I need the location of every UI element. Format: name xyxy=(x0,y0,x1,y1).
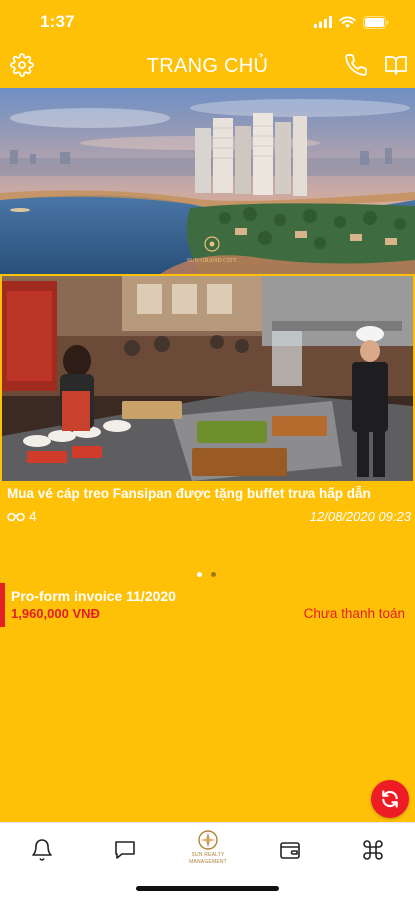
status-icons xyxy=(314,15,389,29)
svg-text:SUN GRAND CITY: SUN GRAND CITY xyxy=(187,258,238,264)
logo-label-top: SUN REALTY xyxy=(191,852,225,858)
news-title[interactable]: Mua vé cáp treo Fansipan được tặng buffe… xyxy=(7,486,412,501)
view-count: 4 xyxy=(7,508,37,524)
tab-wallet[interactable] xyxy=(275,835,305,865)
tab-more[interactable] xyxy=(358,835,388,865)
gear-icon xyxy=(10,53,34,77)
app-header: TRANG CHỦ xyxy=(0,44,415,88)
invoice-status: Chưa thanh toán xyxy=(303,606,405,621)
signal-icon xyxy=(314,16,332,28)
invoice-title: Pro-form invoice 11/2020 xyxy=(11,588,176,604)
command-icon xyxy=(363,840,383,860)
view-count-value: 4 xyxy=(29,508,37,524)
carousel-dot[interactable] xyxy=(211,572,216,577)
news-date: 12/08/2020 09:23 xyxy=(309,508,411,524)
book-icon xyxy=(385,56,407,75)
home-indicator xyxy=(136,886,279,891)
buffet-illustration xyxy=(2,276,413,481)
invoice-card[interactable]: Pro-form invoice 11/2020 1,960,000 VNĐ C… xyxy=(0,583,415,627)
logo-label-bottom: MANAGEMENT xyxy=(189,859,227,865)
refresh-button[interactable] xyxy=(371,780,409,818)
tab-notifications[interactable] xyxy=(27,835,57,865)
refresh-icon xyxy=(382,790,398,808)
carousel-dot-active[interactable] xyxy=(197,572,202,577)
news-image[interactable] xyxy=(2,276,413,481)
page-title: TRANG CHỦ xyxy=(146,54,269,77)
wifi-icon xyxy=(339,16,356,28)
city-illustration: SUN GRAND CITY xyxy=(0,88,415,274)
tab-home[interactable]: SUN REALTY MANAGEMENT xyxy=(180,829,236,873)
invoice-accent-bar xyxy=(0,583,5,627)
status-bar: 1:37 xyxy=(0,0,415,44)
battery-icon xyxy=(363,15,389,29)
carousel-dots xyxy=(197,572,216,577)
status-time: 1:37 xyxy=(40,12,75,31)
settings-button[interactable] xyxy=(10,53,34,77)
invoice-amount: 1,960,000 VNĐ xyxy=(11,606,100,621)
wallet-icon xyxy=(280,842,300,859)
call-button[interactable] xyxy=(344,53,368,77)
guide-button[interactable] xyxy=(384,53,408,77)
sun-realty-logo xyxy=(198,830,218,850)
tab-messages[interactable] xyxy=(110,835,140,865)
bell-icon xyxy=(32,839,52,861)
banner-image[interactable]: SUN GRAND CITY xyxy=(0,88,415,274)
news-meta: 4 12/08/2020 09:23 xyxy=(7,506,411,526)
chat-icon xyxy=(115,841,135,859)
phone-icon xyxy=(345,54,367,76)
glasses-icon xyxy=(7,512,25,521)
